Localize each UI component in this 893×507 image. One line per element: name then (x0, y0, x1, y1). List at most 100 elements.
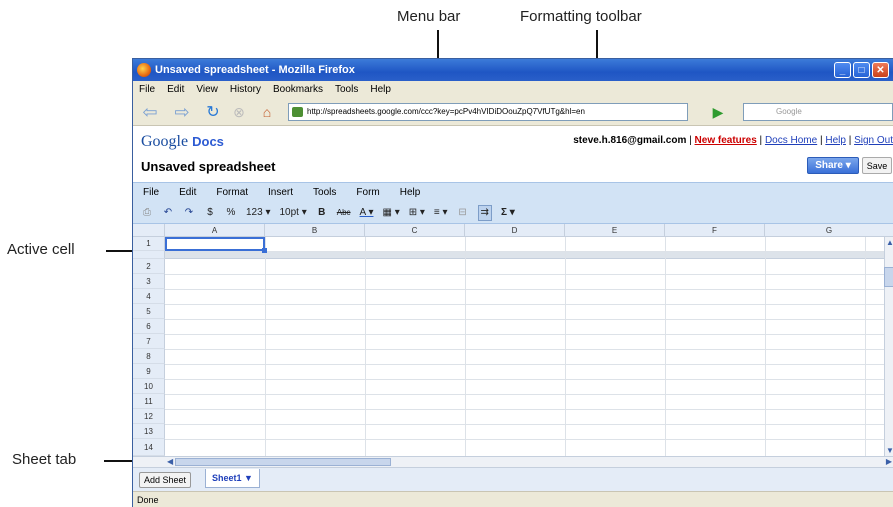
undo-icon[interactable]: ↶ (162, 205, 174, 221)
vertical-scrollbar[interactable]: ▲ ▼ (884, 237, 893, 456)
horizontal-scrollbar[interactable]: ◀ ▶ (133, 456, 893, 467)
add-sheet-button[interactable]: Add Sheet (139, 472, 192, 488)
grid-line (165, 349, 893, 350)
user-links: steve.h.816@gmail.com | New features | D… (573, 135, 893, 146)
freeze-bar[interactable] (165, 251, 893, 259)
browser-menu-bookmarks[interactable]: Bookmarks (273, 84, 323, 95)
grid-line (165, 424, 893, 425)
grid-line (165, 251, 893, 252)
sign-out-link[interactable]: Sign Out (854, 135, 893, 146)
row-header[interactable]: 13 (133, 424, 165, 439)
column-header-a[interactable]: A (165, 224, 265, 237)
grid-line (165, 394, 893, 395)
browser-menu-file[interactable]: File (139, 84, 155, 95)
column-header-f[interactable]: F (665, 224, 765, 237)
document-title[interactable]: Unsaved spreadsheet (141, 159, 275, 174)
vertical-scroll-thumb[interactable] (884, 267, 893, 287)
bold-button[interactable]: B (316, 205, 328, 221)
row-header-freeze[interactable] (133, 251, 165, 259)
column-header-b[interactable]: B (265, 224, 365, 237)
title-bar: Unsaved spreadsheet - Mozilla Firefox _ … (133, 59, 893, 81)
scroll-up-icon[interactable]: ▲ (886, 238, 893, 247)
print-icon[interactable]: ⎙ (141, 205, 153, 221)
menu-help[interactable]: Help (400, 187, 421, 198)
save-button[interactable]: Save (862, 157, 892, 174)
font-size-dropdown[interactable]: 10pt ▾ (279, 205, 306, 221)
menu-edit[interactable]: Edit (179, 187, 196, 198)
menu-format[interactable]: Format (216, 187, 248, 198)
back-icon[interactable]: ⇦ (139, 102, 161, 122)
scroll-right-icon[interactable]: ▶ (886, 457, 892, 466)
menu-insert[interactable]: Insert (268, 187, 293, 198)
corner-cell[interactable] (133, 224, 165, 237)
browser-menu-history[interactable]: History (230, 84, 261, 95)
browser-menu-view[interactable]: View (196, 84, 218, 95)
minimize-button[interactable]: _ (834, 62, 851, 78)
column-header-g[interactable]: G (765, 224, 893, 237)
row-header[interactable]: 12 (133, 409, 165, 424)
percent-button[interactable]: % (225, 205, 237, 221)
menu-form[interactable]: Form (356, 187, 379, 198)
currency-button[interactable]: $ (204, 205, 216, 221)
scroll-left-icon[interactable]: ◀ (167, 457, 173, 466)
docs-home-link[interactable]: Docs Home (765, 135, 817, 146)
help-link[interactable]: Help (825, 135, 846, 146)
borders-icon[interactable]: ⊞ ▾ (409, 205, 425, 221)
merge-icon[interactable]: ⊟ (457, 205, 469, 221)
menu-bar: File Edit Format Insert Tools Form Help (133, 182, 893, 202)
redo-icon[interactable]: ↷ (183, 205, 195, 221)
row-header[interactable]: 9 (133, 364, 165, 379)
row-header[interactable]: 7 (133, 334, 165, 349)
column-header-d[interactable]: D (465, 224, 565, 237)
go-icon[interactable]: ▶ (711, 103, 725, 121)
search-input[interactable]: Google (743, 103, 893, 121)
active-cell[interactable] (165, 237, 267, 253)
callout-sheet-tab: Sheet tab (12, 451, 77, 468)
scroll-down-icon[interactable]: ▼ (886, 446, 893, 455)
reload-icon[interactable]: ↻ (203, 103, 223, 121)
status-bar: Done (133, 491, 893, 507)
home-icon[interactable]: ⌂ (257, 103, 277, 121)
fill-color-icon[interactable]: ▦ ▾ (382, 205, 399, 221)
stop-icon[interactable]: ⊗ (229, 103, 249, 121)
browser-menu-help[interactable]: Help (370, 84, 391, 95)
firefox-icon (137, 63, 151, 77)
sheet-tab[interactable]: Sheet1 ▼ (205, 469, 260, 488)
browser-menu-tools[interactable]: Tools (335, 84, 358, 95)
row-header[interactable]: 2 (133, 259, 165, 274)
grid-line (165, 379, 893, 380)
strikethrough-button[interactable]: Abc (337, 205, 351, 221)
align-icon[interactable]: ≡ ▾ (434, 205, 448, 221)
browser-menu-bar: File Edit View History Bookmarks Tools H… (133, 81, 893, 98)
google-docs-logo: Google Docs (141, 133, 224, 151)
menu-tools[interactable]: Tools (313, 187, 336, 198)
close-button[interactable]: ✕ (872, 62, 889, 78)
row-header[interactable]: 6 (133, 319, 165, 334)
horizontal-scroll-thumb[interactable] (175, 458, 391, 466)
row-header[interactable]: 8 (133, 349, 165, 364)
row-header[interactable]: 3 (133, 274, 165, 289)
sum-dropdown[interactable]: Σ ▾ (501, 205, 515, 221)
user-email: steve.h.816@gmail.com (573, 135, 687, 146)
column-header-c[interactable]: C (365, 224, 465, 237)
row-header[interactable]: 4 (133, 289, 165, 304)
sheet-bar: Add Sheet Sheet1 ▼ (133, 467, 893, 491)
url-field[interactable]: http://spreadsheets.google.com/ccc?key=p… (288, 103, 688, 121)
row-header[interactable]: 10 (133, 379, 165, 394)
docs-header: Google Docs Unsaved spreadsheet steve.h.… (133, 127, 893, 177)
spreadsheet-grid: A B C D E F G 1 2 3 4 5 6 7 8 9 10 11 12… (133, 224, 893, 456)
new-features-link[interactable]: New features (695, 135, 757, 146)
forward-icon[interactable]: ⇨ (171, 102, 193, 122)
wrap-text-icon[interactable]: ⇉ (477, 204, 492, 221)
row-header[interactable]: 5 (133, 304, 165, 319)
text-color-dropdown[interactable]: A ▾ (360, 205, 374, 221)
share-button[interactable]: Share ▾ (807, 157, 859, 174)
browser-menu-edit[interactable]: Edit (167, 84, 184, 95)
row-header[interactable]: 14 (133, 439, 165, 456)
maximize-button[interactable]: □ (853, 62, 870, 78)
row-header-1[interactable]: 1 (133, 237, 165, 251)
number-format-dropdown[interactable]: 123 ▾ (246, 205, 270, 221)
row-header[interactable]: 11 (133, 394, 165, 409)
menu-file[interactable]: File (143, 187, 159, 198)
column-header-e[interactable]: E (565, 224, 665, 237)
